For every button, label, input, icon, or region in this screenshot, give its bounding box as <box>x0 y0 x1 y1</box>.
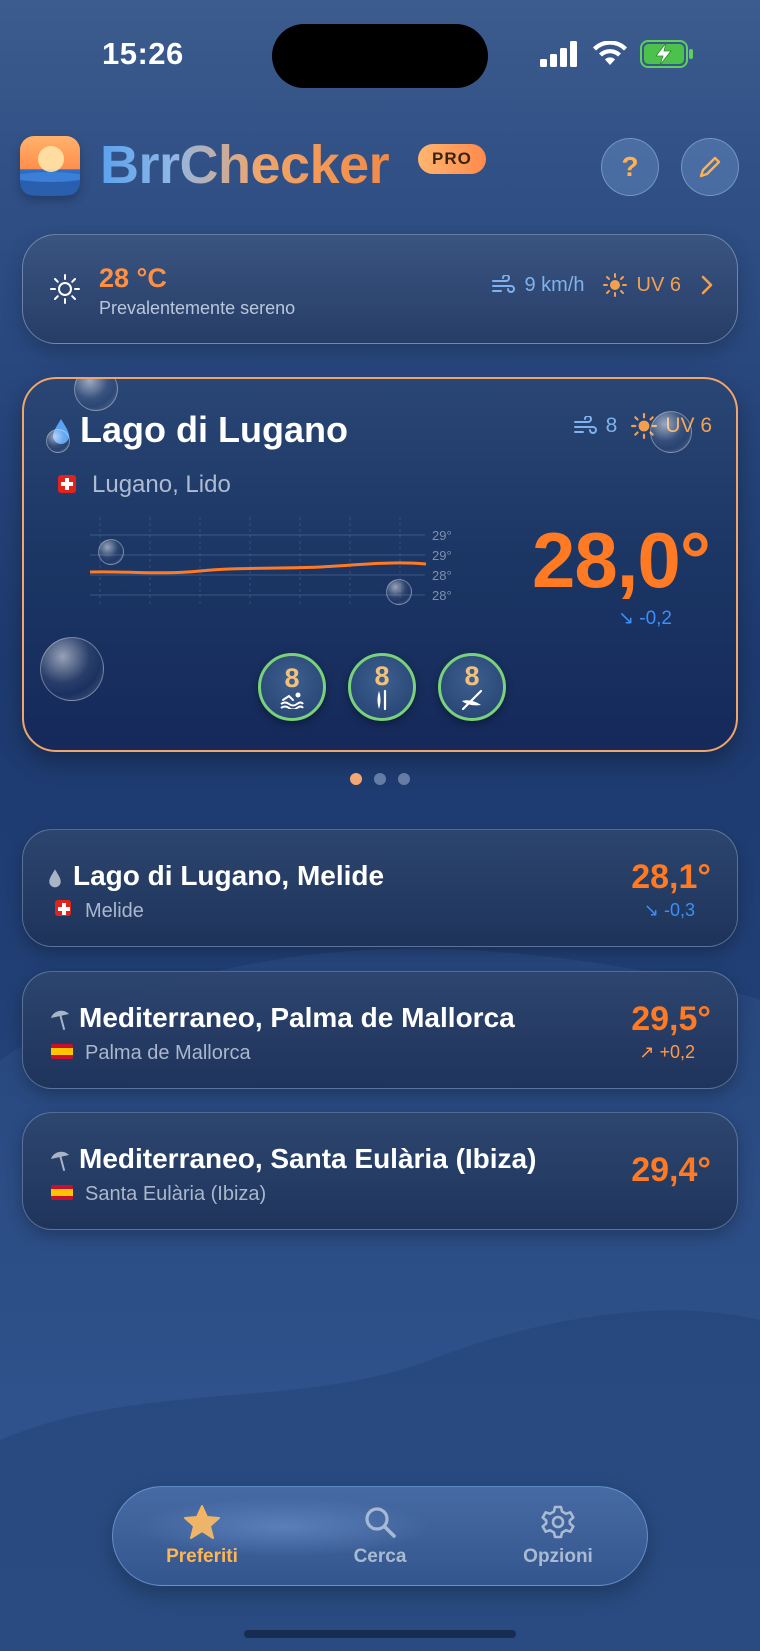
favorite-item[interactable]: Mediterraneo, Santa Eulària (Ibiza) Sant… <box>22 1112 738 1230</box>
chevron-right-icon <box>701 275 713 295</box>
bubble-decoration <box>46 429 70 453</box>
bubble-decoration <box>74 379 118 411</box>
status-time: 15:26 <box>102 36 184 71</box>
page-dot[interactable] <box>374 773 386 785</box>
location-subtitle: Lugano, Lido <box>92 471 231 498</box>
swim-score[interactable]: 8 <box>258 653 326 721</box>
bubble-decoration <box>650 411 692 453</box>
chart-y-label: 29° <box>432 528 452 543</box>
wind-speed: 9 km/h <box>524 273 585 296</box>
app-title: BrrChecker <box>100 134 389 196</box>
uv-sun-icon <box>602 273 627 297</box>
favorite-delta: ↗ +0,2 <box>639 1042 695 1063</box>
favorite-subtitle: Palma de Mallorca <box>85 1042 251 1064</box>
favorite-delta: ↘ -0,3 <box>643 900 695 920</box>
pro-badge: PRO <box>418 144 486 174</box>
location-title: Lago di Lugano <box>80 409 348 450</box>
home-indicator[interactable] <box>244 1630 516 1638</box>
favorite-item[interactable]: Mediterraneo, Palma de Mallorca Palma de… <box>22 971 738 1089</box>
chart-y-label: 29° <box>432 548 452 563</box>
temperature-delta: ↘ -0,2 <box>618 608 672 629</box>
favorite-item[interactable]: Lago di Lugano, Melide Melide 28,1° ↘ -0… <box>22 829 738 947</box>
activity-scores: 8 8 8 <box>258 653 506 721</box>
spanish-flag-icon <box>51 1044 73 1059</box>
tab-bar: Preferiti Cerca Opzioni <box>112 1486 648 1586</box>
weather-description: Prevalentemente sereno <box>99 298 296 318</box>
app-logo <box>20 136 80 196</box>
page-indicator[interactable] <box>350 773 410 785</box>
status-icons <box>540 40 694 68</box>
current-temperature: 28,0° <box>531 516 711 604</box>
score-value: 8 <box>374 661 390 691</box>
temperature-trend-chart: 29° 29° 28° 28° <box>90 517 452 607</box>
score-value: 8 <box>464 661 480 691</box>
favorite-temperature: 29,5° <box>631 1000 711 1038</box>
favorite-temperature: 29,4° <box>631 1151 711 1189</box>
paddle-score[interactable]: 8 <box>348 653 416 721</box>
chart-y-label: 28° <box>432 568 452 583</box>
app-title-part1: Brr <box>100 135 180 195</box>
bubble-decoration <box>40 637 104 701</box>
wind-icon <box>573 416 597 434</box>
tab-highlight <box>133 1497 433 1557</box>
beach-umbrella-icon <box>51 1010 69 1030</box>
spanish-flag-icon <box>51 1185 73 1200</box>
weather-summary-card[interactable]: 28 °C Prevalentemente sereno 9 km/h UV 6 <box>22 234 738 344</box>
favorite-subtitle: Santa Eulària (Ibiza) <box>85 1183 267 1205</box>
score-value: 8 <box>284 663 300 693</box>
app-title-part2: Checker <box>179 135 390 195</box>
tab-options[interactable]: Opzioni <box>469 1487 647 1585</box>
pencil-icon <box>699 156 721 178</box>
water-drop-icon <box>49 869 61 888</box>
favorite-title: Lago di Lugano, Melide <box>73 860 385 891</box>
swimmer-icon <box>280 692 304 709</box>
edit-button[interactable] <box>681 138 739 196</box>
paddle-icon <box>377 689 387 711</box>
dynamic-island <box>272 24 488 88</box>
tab-label: Opzioni <box>523 1546 593 1567</box>
swiss-flag-icon <box>55 900 71 916</box>
bubble-decoration <box>98 539 124 565</box>
weather-temperature: 28 °C <box>99 263 167 293</box>
uv-index: UV 6 <box>636 273 681 296</box>
sun-icon <box>50 274 80 304</box>
beach-umbrella-icon <box>51 1151 69 1171</box>
favorite-title: Mediterraneo, Palma de Mallorca <box>79 1002 515 1033</box>
signal-icon <box>540 41 577 67</box>
featured-location-card[interactable]: Lago di Lugano Lugano, Lido 8 UV 6 <box>22 377 738 752</box>
favorite-subtitle: Melide <box>85 900 144 922</box>
chart-y-label: 28° <box>432 588 452 603</box>
page-dot[interactable] <box>398 773 410 785</box>
bubble-decoration <box>386 579 412 605</box>
kayak-icon <box>461 689 483 711</box>
favorite-delta-value: ↗ +0,2 <box>639 1042 695 1062</box>
help-button[interactable]: ? <box>601 138 659 196</box>
wifi-icon <box>593 41 627 65</box>
help-label: ? <box>621 151 639 182</box>
location-wind: 8 <box>605 414 618 437</box>
favorite-temperature: 28,1° <box>631 858 711 896</box>
gear-icon <box>541 1505 575 1539</box>
wind-icon <box>491 275 515 293</box>
status-bar: 15:26 <box>0 0 760 110</box>
page-dot-active[interactable] <box>350 773 362 785</box>
swiss-flag-icon <box>58 475 76 493</box>
battery-charging-icon <box>640 40 693 68</box>
kayak-score[interactable]: 8 <box>438 653 506 721</box>
weather-metrics: 9 km/h UV 6 <box>491 273 716 297</box>
favorite-title: Mediterraneo, Santa Eulària (Ibiza) <box>79 1143 537 1174</box>
